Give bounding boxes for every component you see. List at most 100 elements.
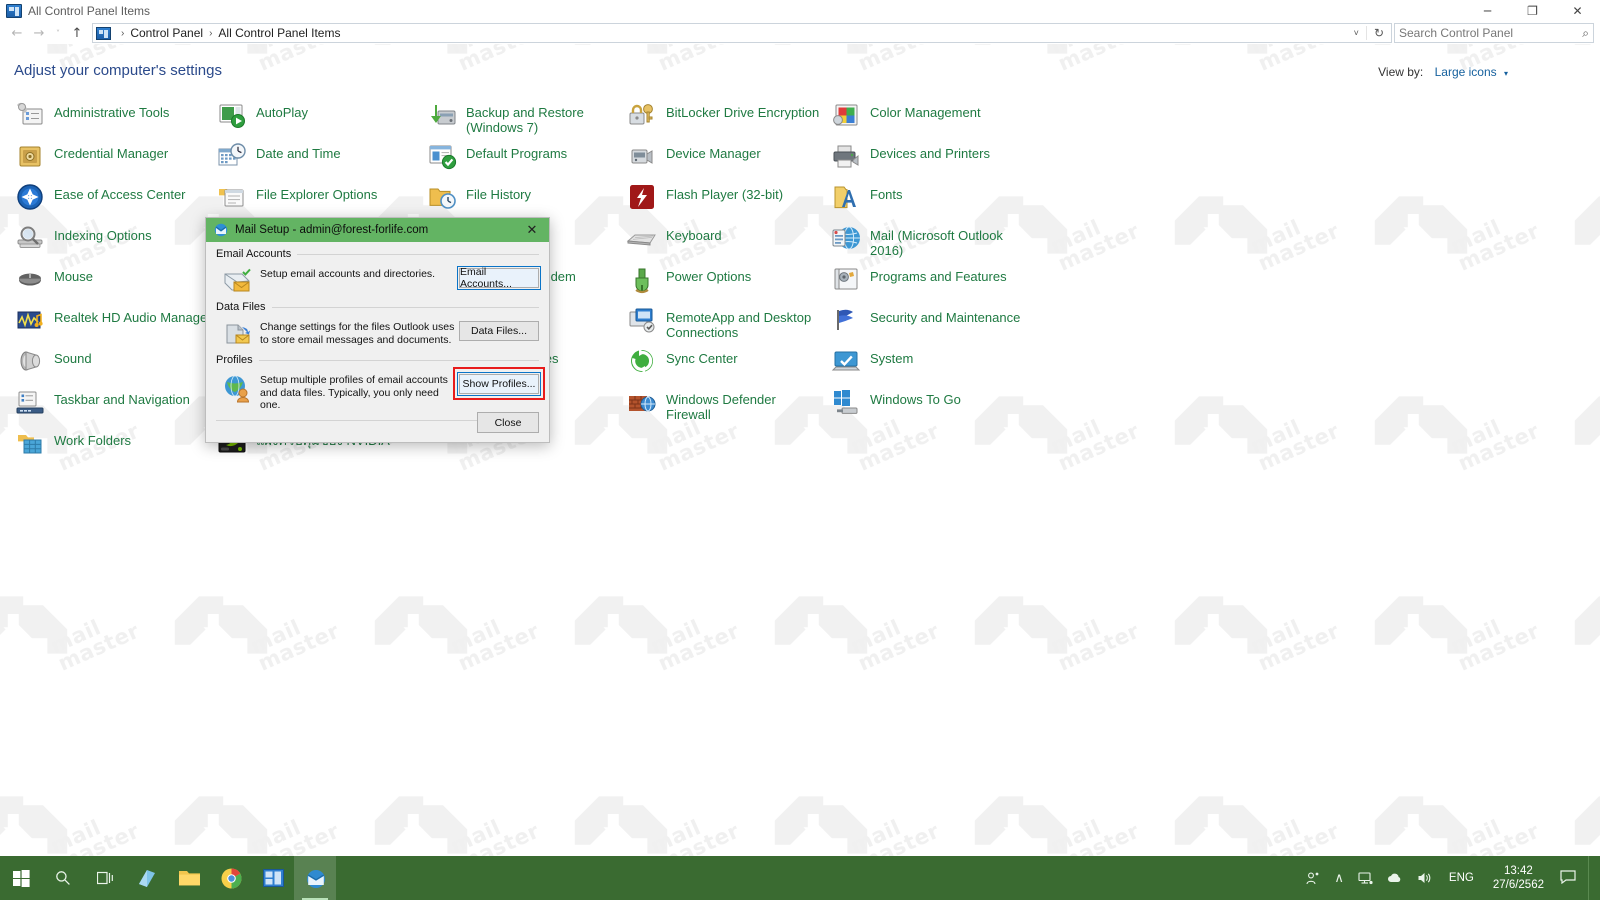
control-panel-item-label[interactable]: Credential Manager [54,140,168,161]
control-panel-item-label[interactable]: Keyboard [666,222,722,243]
view-by-value[interactable]: Large icons [1435,65,1497,79]
control-panel-item[interactable]: Color Management [830,99,1030,131]
control-panel-item[interactable]: Fonts [830,181,1030,213]
control-panel-item[interactable]: File Explorer Options [216,181,416,213]
control-panel-item[interactable]: BitLocker Drive Encryption [626,99,826,131]
control-panel-item[interactable]: Credential Manager [14,140,214,172]
volume-icon[interactable] [1410,856,1440,900]
control-panel-item-label[interactable]: Backup and Restore (Windows 7) [466,99,584,135]
control-panel-item[interactable]: Backup and Restore (Windows 7) [426,99,626,135]
control-panel-item[interactable]: Sync Center [626,345,826,377]
chevron-down-icon[interactable]: ▾ [1504,69,1508,78]
control-panel-item-label[interactable]: Sync Center [666,345,738,366]
control-panel-item[interactable]: Device Manager [626,140,826,172]
control-panel-item-label[interactable]: Ease of Access Center [54,181,186,202]
control-panel-item[interactable]: Devices and Printers [830,140,1030,172]
breadcrumb-dropdown-icon[interactable]: ˅ [1347,28,1366,38]
taskbar-app-mail-setup[interactable] [294,856,336,900]
control-panel-item-label[interactable]: AutoPlay [256,99,308,120]
control-panel-item[interactable]: File History [426,181,626,213]
cloud-icon[interactable] [1380,856,1410,900]
minimize-button[interactable]: ─ [1465,0,1510,22]
taskbar-app-chrome[interactable] [210,856,252,900]
control-panel-item[interactable]: Work Folders [14,427,214,459]
back-button[interactable]: ← [6,23,28,43]
control-panel-item[interactable]: Mouse [14,263,214,295]
control-panel-item[interactable]: AutoPlay [216,99,416,131]
control-panel-item-label[interactable]: Flash Player (32-bit) [666,181,783,202]
control-panel-item[interactable]: Default Programs [426,140,626,172]
clock[interactable]: 13:42 27/6/2562 [1483,856,1554,900]
control-panel-item[interactable]: Windows To Go [830,386,1030,418]
control-panel-item-label[interactable]: Security and Maintenance [870,304,1020,325]
control-panel-item-label[interactable]: Color Management [870,99,981,120]
control-panel-item-label[interactable]: Mouse [54,263,93,284]
control-panel-item-label[interactable]: Default Programs [466,140,567,161]
dialog-close-icon[interactable]: ✕ [515,218,549,242]
group-action-button[interactable]: Data Files... [459,321,539,341]
control-panel-item[interactable]: Windows Defender Firewall [626,386,826,422]
control-panel-item-label[interactable]: File Explorer Options [256,181,377,202]
control-panel-item[interactable]: Flash Player (32-bit) [626,181,826,213]
control-panel-item-label[interactable]: File History [466,181,531,202]
control-panel-item[interactable]: System [830,345,1030,377]
control-panel-item-label[interactable]: Power Options [666,263,751,284]
control-panel-item[interactable]: Administrative Tools [14,99,214,131]
control-panel-item[interactable]: Programs and Features [830,263,1030,295]
language-indicator[interactable]: ENG [1440,872,1483,884]
start-button[interactable] [0,856,42,900]
control-panel-item[interactable]: RemoteApp and Desktop Connections [626,304,826,340]
control-panel-item-label[interactable]: Mail (Microsoft Outlook 2016) [870,222,1003,258]
network-icon[interactable] [1351,856,1380,900]
group-action-button[interactable]: Email Accounts... [457,266,541,290]
control-panel-item[interactable]: Date and Time [216,140,416,172]
control-panel-item-label[interactable]: Realtek HD Audio Manager [54,304,212,325]
taskbar-app-store[interactable] [126,856,168,900]
people-icon[interactable] [1298,856,1327,900]
control-panel-item[interactable]: Mail (Microsoft Outlook 2016) [830,222,1030,258]
control-panel-item-label[interactable]: Device Manager [666,140,761,161]
control-panel-item[interactable]: Realtek HD Audio Manager [14,304,214,336]
chevron-up-icon[interactable]: ∧ [1327,856,1351,900]
task-view-button[interactable] [84,856,126,900]
control-panel-item[interactable]: Taskbar and Navigation [14,386,214,418]
search-taskbar-button[interactable] [42,856,84,900]
control-panel-item[interactable]: Power Options [626,263,826,295]
taskbar-app-control-panel[interactable] [252,856,294,900]
control-panel-item-label[interactable]: BitLocker Drive Encryption [666,99,819,120]
control-panel-item-label[interactable]: Windows Defender Firewall [666,386,776,422]
control-panel-item-label[interactable]: Programs and Features [870,263,1007,284]
up-button[interactable]: ↑ [66,23,88,43]
breadcrumb-item-1[interactable]: All Control Panel Items [218,26,340,40]
control-panel-item[interactable]: Ease of Access Center [14,181,214,213]
control-panel-item-label[interactable]: System [870,345,913,366]
control-panel-item-label[interactable]: Windows To Go [870,386,961,407]
dialog-close-button[interactable]: Close [477,412,539,433]
breadcrumb[interactable]: › Control Panel › All Control Panel Item… [92,23,1392,43]
action-center-icon[interactable] [1554,869,1588,887]
close-button[interactable]: ✕ [1555,0,1600,22]
taskbar-app-file-explorer[interactable] [168,856,210,900]
control-panel-item-label[interactable]: Devices and Printers [870,140,990,161]
refresh-icon[interactable]: ↻ [1365,26,1391,40]
control-panel-item-label[interactable]: Taskbar and Navigation [54,386,190,407]
control-panel-item[interactable]: Indexing Options [14,222,214,254]
control-panel-item[interactable]: Sound [14,345,214,377]
recent-locations-button[interactable]: ˅ [50,23,66,43]
forward-button[interactable]: → [28,23,50,43]
control-panel-item-label[interactable]: Indexing Options [54,222,152,243]
control-panel-item-label[interactable]: Fonts [870,181,903,202]
show-desktop-button[interactable] [1588,856,1600,900]
group-action-button[interactable]: Show Profiles... [457,372,541,396]
view-by-control[interactable]: View by: Large icons ▾ [1378,65,1508,79]
maximize-button[interactable]: ❐ [1510,0,1555,22]
control-panel-item-label[interactable]: Date and Time [256,140,341,161]
control-panel-item-label[interactable]: RemoteApp and Desktop Connections [666,304,811,340]
breadcrumb-item-0[interactable]: Control Panel [130,26,203,40]
control-panel-item-label[interactable]: Sound [54,345,92,366]
control-panel-item[interactable]: Keyboard [626,222,826,254]
search-input[interactable]: Search Control Panel ⌕ [1394,23,1594,43]
control-panel-item[interactable]: Security and Maintenance [830,304,1030,336]
control-panel-item-label[interactable]: Work Folders [54,427,131,448]
control-panel-item-label[interactable]: Administrative Tools [54,99,169,120]
